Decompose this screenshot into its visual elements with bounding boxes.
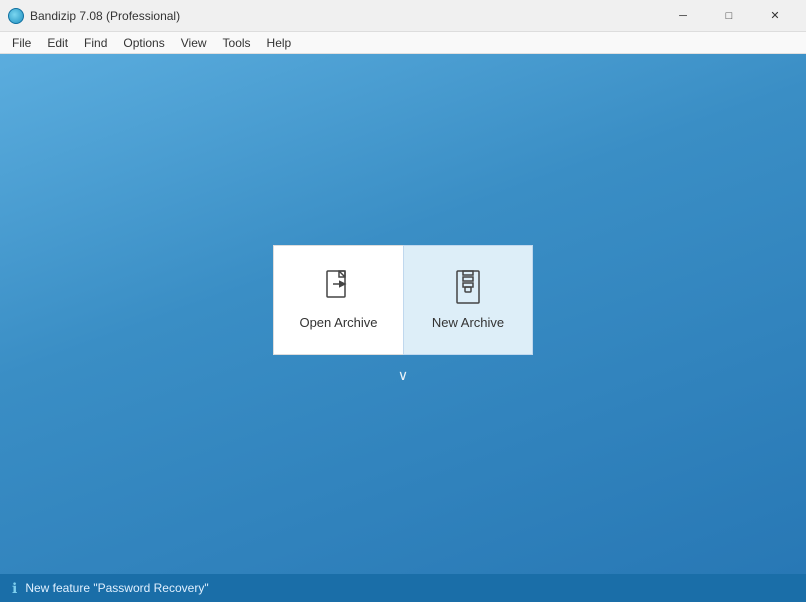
menubar: FileEditFindOptionsViewToolsHelp — [0, 32, 806, 54]
open-archive-card[interactable]: Open Archive — [273, 245, 403, 355]
titlebar: Bandizip 7.08 (Professional) ─ □ ✕ — [0, 0, 806, 32]
menu-item-file[interactable]: File — [4, 32, 39, 54]
app-icon — [8, 8, 24, 24]
window-controls: ─ □ ✕ — [660, 0, 798, 32]
new-archive-card[interactable]: New Archive — [403, 245, 533, 355]
info-icon: ℹ — [12, 580, 17, 597]
window-title: Bandizip 7.08 (Professional) — [30, 9, 660, 23]
expand-chevron[interactable]: ∨ — [398, 367, 408, 384]
close-button[interactable]: ✕ — [752, 0, 798, 32]
menu-item-tools[interactable]: Tools — [215, 32, 259, 54]
new-archive-label: New Archive — [432, 315, 504, 330]
action-cards: Open Archive New Archive — [273, 245, 533, 355]
menu-item-find[interactable]: Find — [76, 32, 115, 54]
open-archive-icon — [321, 269, 357, 305]
new-archive-icon — [450, 269, 486, 305]
statusbar: ℹ New feature "Password Recovery" — [0, 574, 806, 602]
menu-item-options[interactable]: Options — [115, 32, 172, 54]
menu-item-edit[interactable]: Edit — [39, 32, 76, 54]
open-archive-label: Open Archive — [299, 315, 377, 330]
main-content: Open Archive New Archive ∨ — [0, 54, 806, 574]
menu-item-view[interactable]: View — [173, 32, 215, 54]
menu-item-help[interactable]: Help — [259, 32, 300, 54]
minimize-button[interactable]: ─ — [660, 0, 706, 32]
maximize-button[interactable]: □ — [706, 0, 752, 32]
